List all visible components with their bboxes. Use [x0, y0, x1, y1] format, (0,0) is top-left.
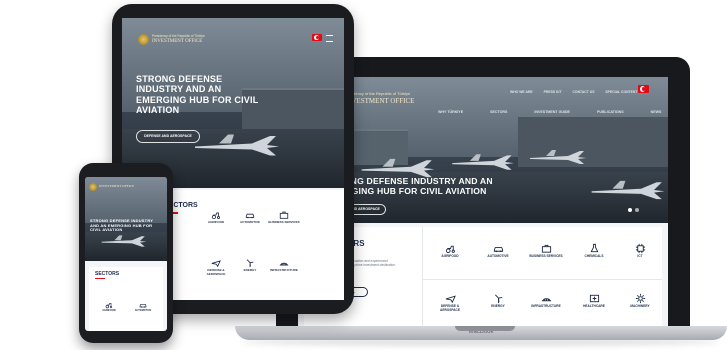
phone-screen: INVESTMENT OFFICE STRONG DEFENSE INDUSTR…	[85, 177, 167, 331]
phone-brand-logo[interactable]: INVESTMENT OFFICE	[89, 183, 159, 195]
tablet-hero-title: STRONG DEFENSE INDUSTRY AND AN EMERGING …	[136, 74, 259, 116]
sector-energy[interactable]: ENERGY	[480, 293, 516, 308]
top-links: WHO WE ARE PRESS KIT CONTACT US SPECIAL …	[510, 90, 637, 94]
laptop-notch	[455, 326, 515, 331]
main-nav: WHY TÜRKİYE SECTORS INVESTMENT GUIDE PUB…	[438, 110, 661, 114]
turkey-flag-icon[interactable]	[638, 85, 649, 93]
tablet-hero-cta[interactable]: DEFENSE AND AEROSPACE	[136, 130, 200, 143]
hamburger-menu-icon[interactable]	[326, 35, 333, 42]
sector-business-services[interactable]: BUSINESS SERVICES	[528, 243, 564, 258]
sector-agrifood[interactable]: AGRIFOOD	[432, 243, 468, 258]
tablet-brand-logo[interactable]: Presidency of the Republic of Türkiye IN…	[138, 34, 238, 50]
phone-hero-title: STRONG DEFENSE INDUSTRY AND AN EMERGING …	[90, 218, 154, 233]
nav-investment-guide[interactable]: INVESTMENT GUIDE	[534, 110, 570, 114]
link-contact-us[interactable]: CONTACT US	[572, 90, 594, 94]
sector-machinery[interactable]: MACHINERY	[622, 293, 658, 308]
sector-chemicals[interactable]: CHEMICALS	[576, 243, 612, 258]
slider-arrows[interactable]	[628, 208, 640, 212]
sectors-section: SECTORS Türkiye's strategic location and…	[304, 227, 662, 331]
hero-title: STRONG DEFENSE INDUSTRY AND AN EMERGING …	[326, 176, 493, 196]
phone-device: INVESTMENT OFFICE STRONG DEFENSE INDUSTR…	[79, 163, 173, 343]
sector-healthcare[interactable]: HEALTHCARE	[576, 293, 612, 308]
sector-infrastructure[interactable]: INFRASTRUCTURE	[528, 293, 564, 308]
brand-line-2: INVESTMENT OFFICE	[344, 97, 415, 105]
nav-news[interactable]: NEWS	[651, 110, 662, 114]
nav-publications[interactable]: PUBLICATIONS	[597, 110, 624, 114]
link-special-content[interactable]: SPECIAL CONTENT	[605, 90, 637, 94]
sector-defense[interactable]: DEFENSE & AEROSPACE	[432, 293, 468, 312]
link-who-we-are[interactable]: WHO WE ARE	[510, 90, 533, 94]
nav-why-turkiye[interactable]: WHY TÜRKİYE	[438, 110, 463, 114]
sector-automotive[interactable]: AUTOMOTIVE	[480, 243, 516, 258]
turkey-flag-icon[interactable]	[312, 34, 322, 41]
link-press-kit[interactable]: PRESS KIT	[544, 90, 562, 94]
nav-sectors[interactable]: SECTORS	[490, 110, 507, 114]
phone-sectors: SECTORS AGRIFOOD AUTOMOTIVE	[89, 267, 163, 331]
sector-ict[interactable]: ICT	[622, 243, 658, 258]
phone-hero: INVESTMENT OFFICE STRONG DEFENSE INDUSTR…	[85, 177, 167, 261]
